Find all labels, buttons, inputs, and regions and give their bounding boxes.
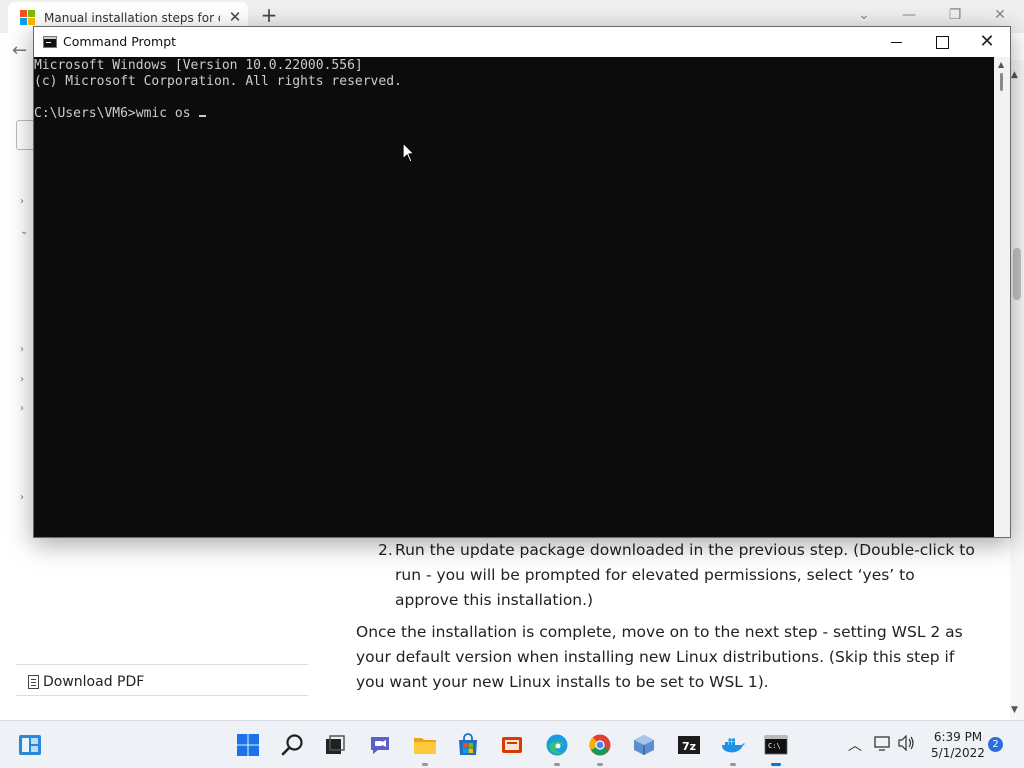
docker-icon[interactable] [721, 733, 745, 757]
svg-text:C:\: C:\ [768, 742, 781, 750]
chevron-right-icon[interactable]: › [20, 374, 24, 385]
chevron-down-icon[interactable]: ⌄ [20, 226, 28, 237]
browser-scrollbar[interactable] [1010, 60, 1024, 720]
list-item: 2. Run the update package downloaded in … [378, 538, 976, 613]
browser-restore-button[interactable]: ❐ [943, 4, 967, 26]
network-icon[interactable] [874, 735, 892, 751]
notification-badge[interactable]: 2 [988, 737, 1003, 752]
cmd-minimize-button[interactable] [885, 31, 909, 53]
chevron-up-icon[interactable]: ︿ [848, 735, 862, 755]
7zip-icon[interactable]: 7z [677, 733, 701, 757]
download-pdf-link[interactable]: Download PDF [28, 672, 144, 692]
sidebar-separator [16, 695, 308, 696]
chevron-right-icon[interactable]: › [20, 196, 24, 207]
console-line: Microsoft Windows [Version 10.0.22000.55… [34, 58, 363, 73]
scroll-down-arrow-icon[interactable]: ▼ [1011, 705, 1018, 715]
clock-date: 5/1/2022 [931, 746, 985, 760]
download-pdf-label: Download PDF [43, 674, 145, 690]
document-icon [28, 675, 39, 689]
command-prompt-icon[interactable]: C:\ [764, 733, 788, 757]
step-number: 2. [378, 541, 393, 559]
cmd-title: Command Prompt [63, 34, 177, 49]
active-indicator [771, 763, 781, 766]
cmd-maximize-button[interactable] [930, 31, 954, 53]
chevron-right-icon[interactable]: › [20, 492, 24, 503]
taskbar: 7z C:\ ︿ 6:39 PM 5/1/2022 2 [0, 720, 1024, 768]
command-prompt-window[interactable]: Command Prompt ✕ Microsoft Windows [Vers… [33, 26, 1011, 538]
search-icon[interactable] [281, 733, 305, 757]
mouse-pointer-icon [402, 142, 415, 163]
browser-close-button[interactable]: ✕ [988, 4, 1012, 26]
office-icon[interactable] [500, 733, 524, 757]
cmd-app-icon [43, 36, 57, 48]
browser-scrollbar-thumb[interactable] [1013, 248, 1021, 300]
running-indicator [422, 763, 428, 766]
chevron-right-icon[interactable]: › [20, 403, 24, 414]
virtualbox-icon[interactable] [632, 733, 656, 757]
console-prompt-line: C:\Users\VM6>wmic os [34, 106, 994, 122]
cmd-close-button[interactable]: ✕ [975, 31, 999, 53]
volume-icon[interactable] [898, 735, 916, 751]
console-line: (c) Microsoft Corporation. All rights re… [34, 74, 402, 89]
file-explorer-icon[interactable] [413, 733, 437, 757]
chat-icon[interactable] [368, 733, 392, 757]
chevron-right-icon[interactable]: › [20, 344, 24, 355]
article-content: 2. Run the update package downloaded in … [356, 538, 976, 695]
tab-close-icon[interactable]: ✕ [225, 7, 245, 27]
widgets-icon[interactable] [18, 733, 42, 757]
clock-time: 6:39 PM [933, 730, 983, 744]
tab-list-chevron-icon[interactable]: ⌄ [852, 4, 876, 26]
cmd-scrollbar[interactable]: ▲ [994, 57, 1010, 537]
text-cursor [199, 115, 207, 117]
edge-browser-icon[interactable] [545, 733, 569, 757]
microsoft-logo-icon [20, 10, 35, 25]
cmd-title-bar[interactable]: Command Prompt ✕ [34, 27, 1010, 57]
scroll-up-arrow-icon[interactable]: ▲ [1011, 70, 1018, 80]
tab-title: Manual installation steps for older [44, 11, 220, 25]
chrome-browser-icon[interactable] [588, 733, 612, 757]
cmd-scrollbar-thumb[interactable] [1000, 73, 1003, 91]
microsoft-store-icon[interactable] [456, 733, 480, 757]
article-paragraph: Once the installation is complete, move … [356, 623, 963, 691]
system-clock[interactable]: 6:39 PM 5/1/2022 [926, 729, 990, 761]
scroll-up-arrow-icon[interactable]: ▲ [998, 60, 1004, 69]
browser-minimize-button[interactable]: — [897, 4, 921, 26]
running-indicator [554, 763, 560, 766]
console-output[interactable]: Microsoft Windows [Version 10.0.22000.55… [34, 57, 994, 537]
svg-text:7z: 7z [682, 740, 696, 753]
back-arrow-icon[interactable]: ← [12, 40, 27, 61]
sidebar-separator [16, 664, 308, 665]
step-text: Run the update package downloaded in the… [395, 541, 975, 609]
running-indicator [730, 763, 736, 766]
new-tab-button[interactable]: + [258, 5, 280, 27]
console-line: C:\Users\VM6>wmic os [34, 106, 199, 121]
start-button-icon[interactable] [236, 733, 260, 757]
task-view-icon[interactable] [323, 733, 347, 757]
running-indicator [597, 763, 603, 766]
